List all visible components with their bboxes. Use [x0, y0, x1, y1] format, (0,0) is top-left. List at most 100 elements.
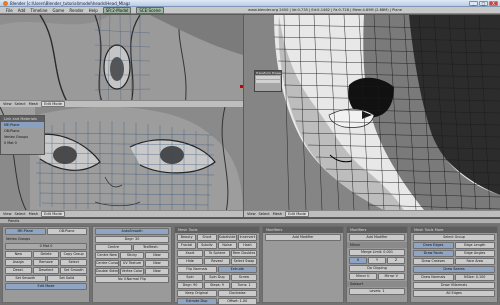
vg-select-button[interactable]: Select: [60, 259, 88, 266]
vp1-menu-select[interactable]: Select: [15, 102, 26, 106]
degr-field[interactable]: Degr: 90: [177, 282, 203, 289]
draw-vnormals-toggle[interactable]: Draw VNormals: [413, 282, 495, 289]
vg-new-button[interactable]: New: [5, 251, 32, 258]
axis-x-toggle[interactable]: X: [349, 257, 367, 264]
vg-remove-button[interactable]: Remove: [32, 259, 60, 266]
maximize-button[interactable]: □: [479, 1, 488, 6]
material-slot-label[interactable]: 0 Mat 0: [1, 140, 44, 146]
draw-edges-toggle[interactable]: Draw Edges: [413, 242, 454, 249]
axis-z-toggle[interactable]: Z: [387, 257, 405, 264]
vg-desel-button[interactable]: Desel.: [5, 267, 32, 274]
close-button[interactable]: X: [489, 1, 498, 6]
mirror-u-toggle[interactable]: Mirror U: [349, 273, 377, 280]
viewport-top-left[interactable]: View Select Mesh Edit Mode: [0, 15, 243, 107]
axis-y-toggle[interactable]: Y: [368, 257, 386, 264]
clockwise-toggle[interactable]: Clockwise: [217, 290, 257, 297]
menu-file[interactable]: File: [6, 8, 13, 13]
all-edges-toggle[interactable]: All Edges: [413, 290, 495, 297]
extrude-button[interactable]: Extrude: [217, 266, 257, 273]
scene-selector[interactable]: SCE:Scene: [136, 6, 164, 14]
screen-selector[interactable]: SR:2-Model: [102, 6, 132, 14]
draw-normals-toggle[interactable]: Draw Normals: [413, 274, 454, 281]
select-swap-button[interactable]: Select Swap: [231, 258, 257, 265]
extrude-dup-button[interactable]: Extrude Dup: [177, 298, 217, 305]
autosmooth-toggle[interactable]: AutoSmooth: [95, 228, 169, 235]
add-modifier-button[interactable]: Add Modifier: [265, 234, 341, 241]
select-group-button[interactable]: Select Group: [413, 234, 495, 241]
vcol-new-button[interactable]: New: [145, 268, 169, 275]
to-sphere-button[interactable]: To Sphere: [204, 250, 230, 257]
transform-properties-popup[interactable]: Transform Properties: [254, 70, 282, 92]
autosmooth-degree[interactable]: Degr: 30: [95, 236, 169, 243]
draw-seams-toggle[interactable]: Draw Seams: [413, 266, 495, 273]
mesh-datablock-field[interactable]: ME:Plane: [5, 228, 46, 235]
short-button[interactable]: Short: [197, 234, 217, 241]
vg-assign-button[interactable]: Assign: [5, 259, 32, 266]
sticky-new-button[interactable]: New: [145, 252, 169, 259]
face-area-toggle[interactable]: Face Area: [454, 258, 495, 265]
vp2-menu-select[interactable]: Select: [15, 212, 26, 216]
levels-field[interactable]: Levels: 1: [349, 288, 405, 295]
add-modifier-stack-button[interactable]: Add Modifier: [349, 234, 405, 241]
do-clipping-toggle[interactable]: Do Clipping: [349, 265, 405, 272]
no-vnormal-flip-toggle[interactable]: No V.Normal Flip: [95, 276, 169, 283]
draw-faces-toggle[interactable]: Draw Faces: [413, 250, 454, 257]
turns-field[interactable]: Turns: 1: [231, 282, 257, 289]
subdiv-button[interactable]: Subdiv: [197, 242, 217, 249]
hide-button[interactable]: Hide: [177, 258, 203, 265]
material-index[interactable]: 0 Mat 0: [5, 243, 87, 250]
centre-new-button[interactable]: Centre New: [95, 252, 119, 259]
vg-deselect-button[interactable]: Deselect: [32, 267, 60, 274]
minimize-button[interactable]: _: [469, 1, 478, 6]
vp3-menu-select[interactable]: Select: [259, 212, 270, 216]
centre-cursor-button[interactable]: Centre Cursor: [95, 260, 119, 267]
vg-copy-button[interactable]: Copy Group: [60, 251, 88, 258]
innervert-button[interactable]: Innervert: [237, 234, 257, 241]
nsize-field[interactable]: NSize: 0.100: [454, 274, 495, 281]
vp2-menu-mesh[interactable]: Mesh: [29, 212, 38, 216]
draw-creases-toggle[interactable]: Draw Creases: [413, 258, 454, 265]
edge-angles-toggle[interactable]: Edge Angles: [454, 250, 495, 257]
vp3-menu-mesh[interactable]: Mesh: [273, 212, 282, 216]
mirror-modifier-header[interactable]: Mirror: [347, 242, 407, 248]
beauty-button[interactable]: Beauty: [177, 234, 197, 241]
subsurf-modifier-header[interactable]: Subsurf: [347, 281, 407, 287]
menu-help[interactable]: Help: [89, 8, 98, 13]
spin-button[interactable]: Spin: [177, 274, 203, 281]
menu-add[interactable]: Add: [18, 8, 26, 13]
xsort-button[interactable]: Xsort: [177, 250, 203, 257]
hash-button[interactable]: Hash: [237, 242, 257, 249]
subdivide-button[interactable]: Subdivide: [217, 234, 237, 241]
keep-original-toggle[interactable]: Keep Original: [177, 290, 217, 297]
popup-field-1[interactable]: [256, 76, 280, 79]
double-sided-toggle[interactable]: Double Sided: [95, 268, 119, 275]
fractal-button[interactable]: Fractal: [177, 242, 197, 249]
popup-field-2[interactable]: [256, 80, 280, 83]
rem-doubles-button[interactable]: Rem Doubles: [231, 250, 257, 257]
spin-dup-button[interactable]: Spin Dup: [204, 274, 230, 281]
menu-game[interactable]: Game: [52, 8, 64, 13]
centre-button[interactable]: Centre: [95, 244, 132, 251]
object-datablock-field[interactable]: OB:Plane: [46, 228, 87, 235]
vp2-mode-selector[interactable]: Edit Mode: [41, 211, 65, 217]
merge-limit-field[interactable]: Merge Limit: 0.001: [349, 249, 405, 256]
reveal-button[interactable]: Reveal: [204, 258, 230, 265]
screw-button[interactable]: Screw: [231, 274, 257, 281]
vp2-menu-view[interactable]: View: [3, 212, 12, 216]
edit-mode-button[interactable]: Edit Mode: [5, 283, 87, 290]
offset-field[interactable]: Offset: 1.00: [217, 298, 257, 305]
viewport-3d-right[interactable]: Transform Properties View Select Mesh Ed…: [244, 15, 500, 217]
vg-delete-button[interactable]: Delete: [32, 251, 60, 258]
vp1-menu-mesh[interactable]: Mesh: [29, 102, 38, 106]
flip-normals-button[interactable]: Flip Normals: [177, 266, 217, 273]
vp1-menu-view[interactable]: View: [3, 102, 12, 106]
set-solid-button[interactable]: Set Solid: [46, 275, 87, 282]
noise-button[interactable]: Noise: [217, 242, 237, 249]
edge-length-toggle[interactable]: Edge Length: [454, 242, 495, 249]
steps-field[interactable]: Steps: 9: [204, 282, 230, 289]
vp3-menu-view[interactable]: View: [247, 212, 256, 216]
vg-setsmooth-button[interactable]: Set Smooth: [60, 267, 88, 274]
menu-timeline[interactable]: Timeline: [30, 8, 47, 13]
mirror-v-toggle[interactable]: Mirror V: [377, 273, 405, 280]
menu-render[interactable]: Render: [69, 8, 83, 13]
